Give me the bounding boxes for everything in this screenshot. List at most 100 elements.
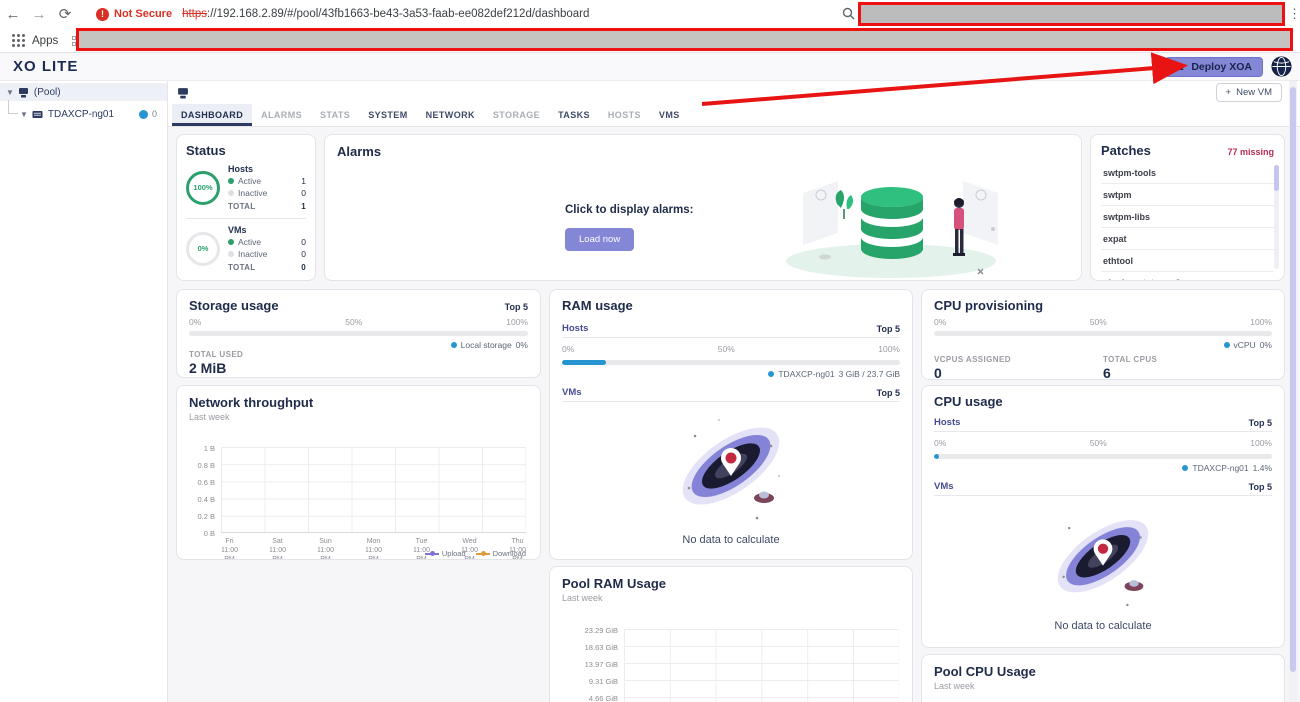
galaxy-no-data-illustration: [1057, 520, 1149, 607]
ram-usage-card: RAM usage Hosts Top 5 0% 50% 100% TDAXCP…: [549, 289, 913, 560]
pool-cpu-usage-card: Pool CPU Usage Last week: [921, 654, 1285, 702]
active-value: 1: [301, 176, 306, 186]
user-avatar[interactable]: [1271, 56, 1292, 77]
annotation-redaction-box-bookmarks: [76, 28, 1293, 51]
apps-grid-icon[interactable]: [12, 34, 25, 47]
main-topbar: + New VM: [168, 81, 1300, 104]
chevron-down-icon[interactable]: ▼: [6, 88, 14, 97]
network-legend: Upload Download: [424, 549, 526, 558]
total-used-label: TOTAL USED: [189, 350, 244, 359]
tab-storage[interactable]: STORAGE: [484, 104, 549, 126]
cpu-usage-card: CPU usage Hosts Top 5 0% 50% 100% TDAXCP…: [921, 385, 1285, 648]
patches-scrollbar[interactable]: [1274, 165, 1279, 269]
tab-system[interactable]: SYSTEM: [359, 104, 416, 126]
storage-usage-card: Storage usage Top 5 0% 50% 100% Local st…: [176, 289, 541, 378]
scale-0: 0%: [189, 317, 202, 327]
page-scrollbar[interactable]: [1289, 81, 1297, 702]
storage-title: Storage usage: [189, 298, 279, 313]
y-tick: 18.63 GiB: [584, 643, 618, 652]
host-label: TDAXCP-ng01: [47, 108, 115, 120]
y-tick: 9.31 GiB: [588, 677, 618, 686]
cpu-provisioning-card: CPU provisioning 0% 50% 100% vCPU 0% VCP…: [921, 289, 1285, 380]
patch-item[interactable]: swtpm-libs: [1101, 206, 1274, 228]
no-data-text: No data to calculate: [682, 534, 780, 546]
pool-ram-title: Pool RAM Usage: [562, 576, 667, 591]
url-rest: ://192.168.2.89/#/pool/43fb1663-be43-3a5…: [207, 8, 590, 20]
active-dot-icon: [228, 239, 234, 245]
x-tick: Fri 11:00 PM: [221, 538, 238, 560]
not-secure-badge[interactable]: ! Not Secure: [96, 7, 172, 21]
alarms-card: Alarms Click to display alarms: Load now: [324, 134, 1082, 281]
url-text[interactable]: https://192.168.2.89/#/pool/43fb1663-be4…: [182, 8, 589, 20]
total-label: TOTAL: [228, 202, 256, 211]
apps-label[interactable]: Apps: [32, 35, 58, 47]
inactive-dot-icon: [228, 190, 234, 196]
cpu-prov-progressbar: [934, 331, 1272, 336]
back-icon[interactable]: ←: [0, 6, 26, 23]
active-label: Active: [238, 237, 262, 247]
scale-50: 50%: [345, 317, 363, 327]
network-title: Network throughput: [189, 395, 314, 410]
tab-stats[interactable]: STATS: [311, 104, 359, 126]
vcpus-assigned-label: VCPUS ASSIGNED: [934, 355, 1011, 364]
reload-icon[interactable]: ⟳: [52, 5, 78, 23]
patch-item[interactable]: expat: [1101, 228, 1274, 250]
tab-vms[interactable]: VMS: [650, 104, 689, 126]
active-label: Active: [238, 176, 262, 186]
tab-tasks[interactable]: TASKS: [549, 104, 599, 126]
y-tick: 1 B: [203, 444, 215, 453]
total-used-value: 2 MiB: [189, 360, 227, 376]
sidebar-item-pool[interactable]: ▼ (Pool): [0, 83, 167, 101]
vm-count-value: 0: [151, 109, 157, 119]
chevron-down-icon[interactable]: ▼: [20, 110, 28, 119]
plus-icon: +: [1225, 87, 1232, 98]
y-tick: 0.4 B: [197, 495, 215, 504]
patch-item[interactable]: ethtool: [1101, 250, 1274, 272]
pool-cpu-title: Pool CPU Usage: [934, 664, 1036, 679]
patches-missing-badge: 77 missing: [1227, 147, 1274, 157]
download-marker-icon: [475, 551, 490, 556]
upload-marker-icon: [424, 551, 439, 556]
sidebar-item-host[interactable]: ▼ TDAXCP-ng01 0: [0, 105, 167, 123]
patch-item[interactable]: qlogic-netxtreme2: [1101, 272, 1274, 280]
alarms-prompt: Click to display alarms:: [565, 203, 694, 216]
deploy-xoa-button[interactable]: ▲ Deploy XOA: [1165, 56, 1263, 77]
new-vm-button[interactable]: + New VM: [1215, 83, 1282, 102]
y-tick: 0 B: [203, 529, 215, 538]
search-icon[interactable]: [842, 7, 855, 25]
patch-item[interactable]: swtpm-tools: [1101, 162, 1274, 184]
annotation-redaction-box-top: [858, 2, 1285, 26]
pool-ram-chart: 23.29 GiB 18.63 GiB 13.97 GiB 9.31 GiB 4…: [562, 613, 900, 702]
top5-label: Top 5: [1248, 481, 1272, 492]
tab-network[interactable]: NETWORK: [417, 104, 484, 126]
ram-legend-value: 3 GiB / 23.7 GiB: [838, 369, 900, 379]
tab-alarms[interactable]: ALARMS: [252, 104, 311, 126]
tab-hosts[interactable]: HOSTS: [599, 104, 650, 126]
tree-connector-line: [8, 100, 18, 114]
y-tick: 0.8 B: [197, 461, 215, 470]
no-data-text: No data to calculate: [1054, 620, 1152, 632]
scale-0: 0%: [934, 317, 947, 327]
hosts-group-label: Hosts: [228, 164, 254, 174]
forward-icon[interactable]: →: [26, 6, 52, 23]
new-vm-label: New VM: [1236, 87, 1272, 98]
scale-0: 0%: [934, 438, 947, 448]
load-now-button[interactable]: Load now: [565, 227, 635, 251]
vms-donut: 0%: [186, 231, 220, 266]
app-header: XO LITE ▲ Deploy XOA: [0, 53, 1300, 81]
cpu-prov-legend-label: vCPU: [1233, 340, 1256, 350]
inactive-value: 0: [301, 188, 306, 198]
cpu-usage-legend-value: 1.4%: [1252, 463, 1272, 473]
patch-item[interactable]: swtpm: [1101, 184, 1274, 206]
pool-cpu-subtitle: Last week: [934, 681, 975, 691]
alarms-title: Alarms: [337, 144, 382, 159]
patches-card: Patches 77 missing swtpm-tools swtpm swt…: [1090, 134, 1285, 281]
upload-legend-label: Upload: [441, 549, 466, 558]
cpu-usage-legend-label: TDAXCP-ng01: [1192, 463, 1249, 473]
tab-dashboard[interactable]: DASHBOARD: [172, 104, 253, 126]
storage-legend-value: 0%: [515, 340, 528, 350]
browser-menu-icon[interactable]: ⋮: [1288, 6, 1300, 22]
host-vm-count-badge: 0: [138, 109, 157, 119]
legend-dot-icon: [450, 342, 457, 348]
pool-ram-usage-card: Pool RAM Usage Last week 23.29 GiB 18.63…: [549, 566, 913, 702]
